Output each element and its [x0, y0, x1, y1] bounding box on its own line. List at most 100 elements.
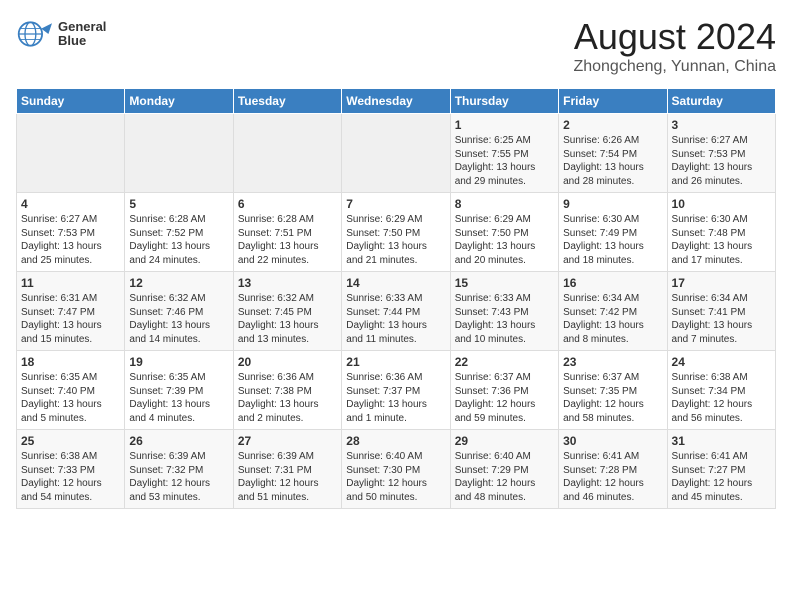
day-number: 13 [238, 276, 337, 290]
day-info: Sunrise: 6:33 AM Sunset: 7:43 PM Dayligh… [455, 292, 554, 346]
day-info: Sunrise: 6:34 AM Sunset: 7:42 PM Dayligh… [563, 292, 662, 346]
day-number: 7 [346, 197, 445, 211]
day-number: 10 [672, 197, 771, 211]
day-info: Sunrise: 6:30 AM Sunset: 7:49 PM Dayligh… [563, 213, 662, 267]
day-info: Sunrise: 6:29 AM Sunset: 7:50 PM Dayligh… [455, 213, 554, 267]
calendar-day-cell: 25Sunrise: 6:38 AM Sunset: 7:33 PM Dayli… [17, 430, 125, 509]
day-info: Sunrise: 6:40 AM Sunset: 7:30 PM Dayligh… [346, 450, 445, 504]
day-number: 6 [238, 197, 337, 211]
calendar-day-cell: 30 Sunrise: 6:41 AM Sunset: 7:28 PM Dayli… [559, 430, 667, 509]
day-number: 29 [455, 434, 554, 448]
day-number: 27 [238, 434, 337, 448]
logo-text: General Blue [58, 20, 106, 49]
day-info: Sunrise: 6:27 AM Sunset: 7:53 PM Dayligh… [672, 134, 771, 188]
calendar-day-cell [125, 114, 233, 193]
calendar-day-cell: 6 Sunrise: 6:28 AM Sunset: 7:51 PM Daylig… [233, 193, 341, 272]
calendar-day-cell: 24Sunrise: 6:38 AM Sunset: 7:34 PM Dayli… [667, 351, 775, 430]
logo-line2: Blue [58, 34, 106, 48]
calendar-day-cell: 16Sunrise: 6:34 AM Sunset: 7:42 PM Dayli… [559, 272, 667, 351]
day-info: Sunrise: 6:36 AM Sunset: 7:38 PM Dayligh… [238, 371, 337, 425]
day-number: 4 [21, 197, 120, 211]
day-number: 22 [455, 355, 554, 369]
day-number: 28 [346, 434, 445, 448]
day-number: 15 [455, 276, 554, 290]
calendar-day-cell: 7 Sunrise: 6:29 AM Sunset: 7:50 PM Daylig… [342, 193, 450, 272]
day-number: 5 [129, 197, 228, 211]
calendar-day-cell: 19Sunrise: 6:35 AM Sunset: 7:39 PM Dayli… [125, 351, 233, 430]
day-info: Sunrise: 6:32 AM Sunset: 7:45 PM Dayligh… [238, 292, 337, 346]
location: Zhongcheng, Yunnan, China [573, 58, 776, 76]
calendar-day-cell: 31 Sunrise: 6:41 AM Sunset: 7:27 PM Dayli… [667, 430, 775, 509]
weekday-header: Saturday [667, 89, 775, 114]
day-info: Sunrise: 6:41 AM Sunset: 7:27 PM Dayligh… [672, 450, 771, 504]
calendar-day-cell: 9 Sunrise: 6:30 AM Sunset: 7:49 PM Daylig… [559, 193, 667, 272]
calendar-day-cell: 27Sunrise: 6:39 AM Sunset: 7:31 PM Dayli… [233, 430, 341, 509]
weekday-header: Friday [559, 89, 667, 114]
day-number: 31 [672, 434, 771, 448]
day-number: 20 [238, 355, 337, 369]
calendar-day-cell: 13 Sunrise: 6:32 AM Sunset: 7:45 PM Dayli… [233, 272, 341, 351]
day-number: 11 [21, 276, 120, 290]
day-info: Sunrise: 6:35 AM Sunset: 7:40 PM Dayligh… [21, 371, 120, 425]
day-number: 9 [563, 197, 662, 211]
day-info: Sunrise: 6:37 AM Sunset: 7:36 PM Dayligh… [455, 371, 554, 425]
weekday-header-row: SundayMondayTuesdayWednesdayThursdayFrid… [17, 89, 776, 114]
calendar-week-row: 1 Sunrise: 6:25 AM Sunset: 7:55 PM Daylig… [17, 114, 776, 193]
calendar-week-row: 18Sunrise: 6:35 AM Sunset: 7:40 PM Dayli… [17, 351, 776, 430]
calendar-day-cell: 12Sunrise: 6:32 AM Sunset: 7:46 PM Dayli… [125, 272, 233, 351]
calendar-day-cell: 11 Sunrise: 6:31 AM Sunset: 7:47 PM Dayli… [17, 272, 125, 351]
calendar-day-cell: 10 Sunrise: 6:30 AM Sunset: 7:48 PM Dayli… [667, 193, 775, 272]
day-number: 21 [346, 355, 445, 369]
day-info: Sunrise: 6:27 AM Sunset: 7:53 PM Dayligh… [21, 213, 120, 267]
day-number: 8 [455, 197, 554, 211]
calendar-day-cell: 3 Sunrise: 6:27 AM Sunset: 7:53 PM Daylig… [667, 114, 775, 193]
calendar-week-row: 25Sunrise: 6:38 AM Sunset: 7:33 PM Dayli… [17, 430, 776, 509]
day-number: 1 [455, 118, 554, 132]
day-number: 3 [672, 118, 771, 132]
calendar-day-cell: 2Sunrise: 6:26 AM Sunset: 7:54 PM Daylig… [559, 114, 667, 193]
day-info: Sunrise: 6:33 AM Sunset: 7:44 PM Dayligh… [346, 292, 445, 346]
day-number: 14 [346, 276, 445, 290]
calendar-day-cell [233, 114, 341, 193]
weekday-header: Monday [125, 89, 233, 114]
day-info: Sunrise: 6:29 AM Sunset: 7:50 PM Dayligh… [346, 213, 445, 267]
calendar-day-cell: 23 Sunrise: 6:37 AM Sunset: 7:35 PM Dayli… [559, 351, 667, 430]
calendar-day-cell [342, 114, 450, 193]
calendar-week-row: 4 Sunrise: 6:27 AM Sunset: 7:53 PM Daylig… [17, 193, 776, 272]
day-info: Sunrise: 6:40 AM Sunset: 7:29 PM Dayligh… [455, 450, 554, 504]
calendar-day-cell: 26Sunrise: 6:39 AM Sunset: 7:32 PM Dayli… [125, 430, 233, 509]
calendar-day-cell: 8 Sunrise: 6:29 AM Sunset: 7:50 PM Daylig… [450, 193, 558, 272]
day-info: Sunrise: 6:26 AM Sunset: 7:54 PM Dayligh… [563, 134, 662, 188]
logo-icon [16, 16, 52, 52]
calendar-day-cell: 17Sunrise: 6:34 AM Sunset: 7:41 PM Dayli… [667, 272, 775, 351]
calendar-day-cell: 20 Sunrise: 6:36 AM Sunset: 7:38 PM Dayli… [233, 351, 341, 430]
calendar-day-cell: 18Sunrise: 6:35 AM Sunset: 7:40 PM Dayli… [17, 351, 125, 430]
calendar-day-cell: 28 Sunrise: 6:40 AM Sunset: 7:30 PM Dayli… [342, 430, 450, 509]
day-info: Sunrise: 6:37 AM Sunset: 7:35 PM Dayligh… [563, 371, 662, 425]
day-info: Sunrise: 6:31 AM Sunset: 7:47 PM Dayligh… [21, 292, 120, 346]
day-info: Sunrise: 6:32 AM Sunset: 7:46 PM Dayligh… [129, 292, 228, 346]
day-number: 30 [563, 434, 662, 448]
calendar-day-cell: 15 Sunrise: 6:33 AM Sunset: 7:43 PM Dayli… [450, 272, 558, 351]
day-info: Sunrise: 6:36 AM Sunset: 7:37 PM Dayligh… [346, 371, 445, 425]
day-info: Sunrise: 6:25 AM Sunset: 7:55 PM Dayligh… [455, 134, 554, 188]
day-info: Sunrise: 6:28 AM Sunset: 7:51 PM Dayligh… [238, 213, 337, 267]
month-year: August 2024 [573, 16, 776, 58]
calendar-day-cell [17, 114, 125, 193]
weekday-header: Sunday [17, 89, 125, 114]
day-info: Sunrise: 6:30 AM Sunset: 7:48 PM Dayligh… [672, 213, 771, 267]
calendar-day-cell: 22 Sunrise: 6:37 AM Sunset: 7:36 PM Dayli… [450, 351, 558, 430]
day-info: Sunrise: 6:41 AM Sunset: 7:28 PM Dayligh… [563, 450, 662, 504]
calendar-day-cell: 14 Sunrise: 6:33 AM Sunset: 7:44 PM Dayli… [342, 272, 450, 351]
weekday-header: Tuesday [233, 89, 341, 114]
weekday-header: Wednesday [342, 89, 450, 114]
day-info: Sunrise: 6:38 AM Sunset: 7:33 PM Dayligh… [21, 450, 120, 504]
calendar-day-cell: 29 Sunrise: 6:40 AM Sunset: 7:29 PM Dayli… [450, 430, 558, 509]
logo: General Blue [16, 16, 106, 52]
day-info: Sunrise: 6:28 AM Sunset: 7:52 PM Dayligh… [129, 213, 228, 267]
day-info: Sunrise: 6:34 AM Sunset: 7:41 PM Dayligh… [672, 292, 771, 346]
calendar-week-row: 11 Sunrise: 6:31 AM Sunset: 7:47 PM Dayli… [17, 272, 776, 351]
weekday-header: Thursday [450, 89, 558, 114]
day-number: 23 [563, 355, 662, 369]
title-block: August 2024 Zhongcheng, Yunnan, China [573, 16, 776, 76]
